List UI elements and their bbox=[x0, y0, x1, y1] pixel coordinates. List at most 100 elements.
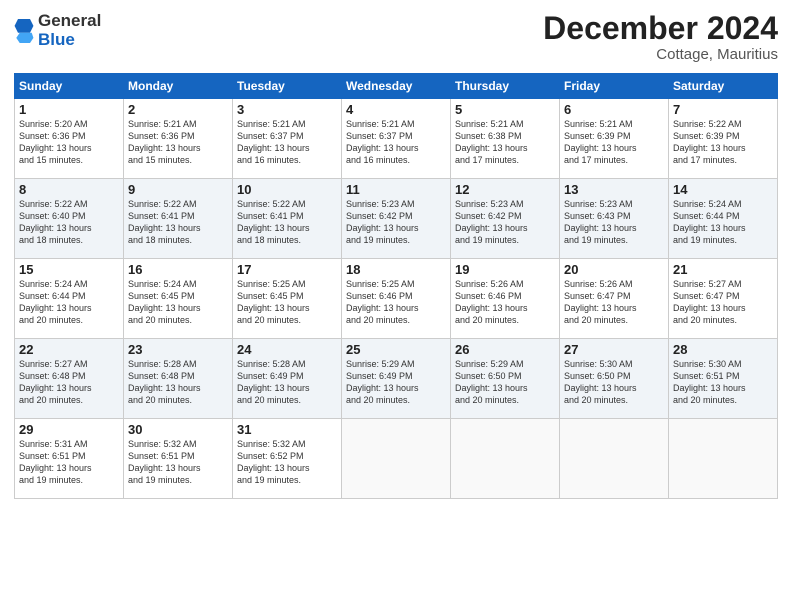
calendar-cell: 3Sunrise: 5:21 AMSunset: 6:37 PMDaylight… bbox=[233, 99, 342, 179]
cell-info: Sunrise: 5:23 AMSunset: 6:42 PMDaylight:… bbox=[346, 198, 446, 247]
calendar-cell bbox=[451, 419, 560, 499]
calendar-cell: 1Sunrise: 5:20 AMSunset: 6:36 PMDaylight… bbox=[15, 99, 124, 179]
calendar-cell: 18Sunrise: 5:25 AMSunset: 6:46 PMDayligh… bbox=[342, 259, 451, 339]
day-number: 12 bbox=[455, 182, 555, 197]
day-number: 9 bbox=[128, 182, 228, 197]
cell-info: Sunrise: 5:31 AMSunset: 6:51 PMDaylight:… bbox=[19, 438, 119, 487]
weekday-saturday: Saturday bbox=[669, 74, 778, 99]
week-row-4: 22Sunrise: 5:27 AMSunset: 6:48 PMDayligh… bbox=[15, 339, 778, 419]
day-number: 3 bbox=[237, 102, 337, 117]
day-number: 8 bbox=[19, 182, 119, 197]
day-number: 18 bbox=[346, 262, 446, 277]
cell-info: Sunrise: 5:28 AMSunset: 6:48 PMDaylight:… bbox=[128, 358, 228, 407]
cell-info: Sunrise: 5:21 AMSunset: 6:37 PMDaylight:… bbox=[346, 118, 446, 167]
weekday-thursday: Thursday bbox=[451, 74, 560, 99]
day-number: 27 bbox=[564, 342, 664, 357]
cell-info: Sunrise: 5:29 AMSunset: 6:50 PMDaylight:… bbox=[455, 358, 555, 407]
cell-info: Sunrise: 5:24 AMSunset: 6:45 PMDaylight:… bbox=[128, 278, 228, 327]
cell-info: Sunrise: 5:23 AMSunset: 6:42 PMDaylight:… bbox=[455, 198, 555, 247]
cell-info: Sunrise: 5:21 AMSunset: 6:37 PMDaylight:… bbox=[237, 118, 337, 167]
day-number: 5 bbox=[455, 102, 555, 117]
cell-info: Sunrise: 5:22 AMSunset: 6:39 PMDaylight:… bbox=[673, 118, 773, 167]
weekday-wednesday: Wednesday bbox=[342, 74, 451, 99]
calendar-cell: 21Sunrise: 5:27 AMSunset: 6:47 PMDayligh… bbox=[669, 259, 778, 339]
calendar-page: General Blue December 2024 Cottage, Maur… bbox=[0, 0, 792, 612]
day-number: 7 bbox=[673, 102, 773, 117]
cell-info: Sunrise: 5:22 AMSunset: 6:41 PMDaylight:… bbox=[237, 198, 337, 247]
cell-info: Sunrise: 5:25 AMSunset: 6:45 PMDaylight:… bbox=[237, 278, 337, 327]
cell-info: Sunrise: 5:25 AMSunset: 6:46 PMDaylight:… bbox=[346, 278, 446, 327]
week-row-5: 29Sunrise: 5:31 AMSunset: 6:51 PMDayligh… bbox=[15, 419, 778, 499]
calendar-cell: 28Sunrise: 5:30 AMSunset: 6:51 PMDayligh… bbox=[669, 339, 778, 419]
calendar-body: 1Sunrise: 5:20 AMSunset: 6:36 PMDaylight… bbox=[15, 99, 778, 499]
day-number: 30 bbox=[128, 422, 228, 437]
calendar-cell: 29Sunrise: 5:31 AMSunset: 6:51 PMDayligh… bbox=[15, 419, 124, 499]
cell-info: Sunrise: 5:20 AMSunset: 6:36 PMDaylight:… bbox=[19, 118, 119, 167]
calendar-cell: 10Sunrise: 5:22 AMSunset: 6:41 PMDayligh… bbox=[233, 179, 342, 259]
cell-info: Sunrise: 5:24 AMSunset: 6:44 PMDaylight:… bbox=[673, 198, 773, 247]
calendar-cell: 2Sunrise: 5:21 AMSunset: 6:36 PMDaylight… bbox=[124, 99, 233, 179]
weekday-monday: Monday bbox=[124, 74, 233, 99]
day-number: 22 bbox=[19, 342, 119, 357]
week-row-3: 15Sunrise: 5:24 AMSunset: 6:44 PMDayligh… bbox=[15, 259, 778, 339]
cell-info: Sunrise: 5:22 AMSunset: 6:41 PMDaylight:… bbox=[128, 198, 228, 247]
day-number: 15 bbox=[19, 262, 119, 277]
day-number: 4 bbox=[346, 102, 446, 117]
weekday-tuesday: Tuesday bbox=[233, 74, 342, 99]
calendar-cell: 8Sunrise: 5:22 AMSunset: 6:40 PMDaylight… bbox=[15, 179, 124, 259]
logo-general-text: General bbox=[38, 11, 101, 30]
cell-info: Sunrise: 5:21 AMSunset: 6:36 PMDaylight:… bbox=[128, 118, 228, 167]
cell-info: Sunrise: 5:27 AMSunset: 6:48 PMDaylight:… bbox=[19, 358, 119, 407]
cell-info: Sunrise: 5:30 AMSunset: 6:50 PMDaylight:… bbox=[564, 358, 664, 407]
cell-info: Sunrise: 5:21 AMSunset: 6:38 PMDaylight:… bbox=[455, 118, 555, 167]
day-number: 16 bbox=[128, 262, 228, 277]
calendar-cell: 16Sunrise: 5:24 AMSunset: 6:45 PMDayligh… bbox=[124, 259, 233, 339]
calendar-cell: 24Sunrise: 5:28 AMSunset: 6:49 PMDayligh… bbox=[233, 339, 342, 419]
cell-info: Sunrise: 5:30 AMSunset: 6:51 PMDaylight:… bbox=[673, 358, 773, 407]
logo-blue-text: Blue bbox=[38, 30, 75, 49]
cell-info: Sunrise: 5:32 AMSunset: 6:51 PMDaylight:… bbox=[128, 438, 228, 487]
calendar-cell: 26Sunrise: 5:29 AMSunset: 6:50 PMDayligh… bbox=[451, 339, 560, 419]
calendar-cell: 17Sunrise: 5:25 AMSunset: 6:45 PMDayligh… bbox=[233, 259, 342, 339]
day-number: 28 bbox=[673, 342, 773, 357]
day-number: 25 bbox=[346, 342, 446, 357]
location-title: Cottage, Mauritius bbox=[543, 46, 778, 63]
day-number: 21 bbox=[673, 262, 773, 277]
day-number: 23 bbox=[128, 342, 228, 357]
day-number: 14 bbox=[673, 182, 773, 197]
calendar-cell: 6Sunrise: 5:21 AMSunset: 6:39 PMDaylight… bbox=[560, 99, 669, 179]
calendar-cell: 12Sunrise: 5:23 AMSunset: 6:42 PMDayligh… bbox=[451, 179, 560, 259]
calendar-cell: 15Sunrise: 5:24 AMSunset: 6:44 PMDayligh… bbox=[15, 259, 124, 339]
cell-info: Sunrise: 5:27 AMSunset: 6:47 PMDaylight:… bbox=[673, 278, 773, 327]
day-number: 24 bbox=[237, 342, 337, 357]
day-number: 2 bbox=[128, 102, 228, 117]
calendar-cell: 22Sunrise: 5:27 AMSunset: 6:48 PMDayligh… bbox=[15, 339, 124, 419]
day-number: 31 bbox=[237, 422, 337, 437]
title-block: December 2024 Cottage, Mauritius bbox=[543, 12, 778, 63]
cell-info: Sunrise: 5:26 AMSunset: 6:46 PMDaylight:… bbox=[455, 278, 555, 327]
day-number: 26 bbox=[455, 342, 555, 357]
header: General Blue December 2024 Cottage, Maur… bbox=[14, 12, 778, 63]
calendar-cell: 7Sunrise: 5:22 AMSunset: 6:39 PMDaylight… bbox=[669, 99, 778, 179]
day-number: 17 bbox=[237, 262, 337, 277]
day-number: 13 bbox=[564, 182, 664, 197]
calendar-cell bbox=[342, 419, 451, 499]
day-number: 19 bbox=[455, 262, 555, 277]
calendar-cell: 30Sunrise: 5:32 AMSunset: 6:51 PMDayligh… bbox=[124, 419, 233, 499]
cell-info: Sunrise: 5:26 AMSunset: 6:47 PMDaylight:… bbox=[564, 278, 664, 327]
day-number: 6 bbox=[564, 102, 664, 117]
calendar-cell: 19Sunrise: 5:26 AMSunset: 6:46 PMDayligh… bbox=[451, 259, 560, 339]
day-number: 1 bbox=[19, 102, 119, 117]
day-number: 20 bbox=[564, 262, 664, 277]
cell-info: Sunrise: 5:24 AMSunset: 6:44 PMDaylight:… bbox=[19, 278, 119, 327]
day-number: 10 bbox=[237, 182, 337, 197]
calendar-cell: 20Sunrise: 5:26 AMSunset: 6:47 PMDayligh… bbox=[560, 259, 669, 339]
calendar-cell: 5Sunrise: 5:21 AMSunset: 6:38 PMDaylight… bbox=[451, 99, 560, 179]
calendar-cell: 31Sunrise: 5:32 AMSunset: 6:52 PMDayligh… bbox=[233, 419, 342, 499]
cell-info: Sunrise: 5:23 AMSunset: 6:43 PMDaylight:… bbox=[564, 198, 664, 247]
calendar-table: SundayMondayTuesdayWednesdayThursdayFrid… bbox=[14, 73, 778, 499]
calendar-cell: 14Sunrise: 5:24 AMSunset: 6:44 PMDayligh… bbox=[669, 179, 778, 259]
calendar-cell bbox=[669, 419, 778, 499]
week-row-1: 1Sunrise: 5:20 AMSunset: 6:36 PMDaylight… bbox=[15, 99, 778, 179]
calendar-cell: 4Sunrise: 5:21 AMSunset: 6:37 PMDaylight… bbox=[342, 99, 451, 179]
